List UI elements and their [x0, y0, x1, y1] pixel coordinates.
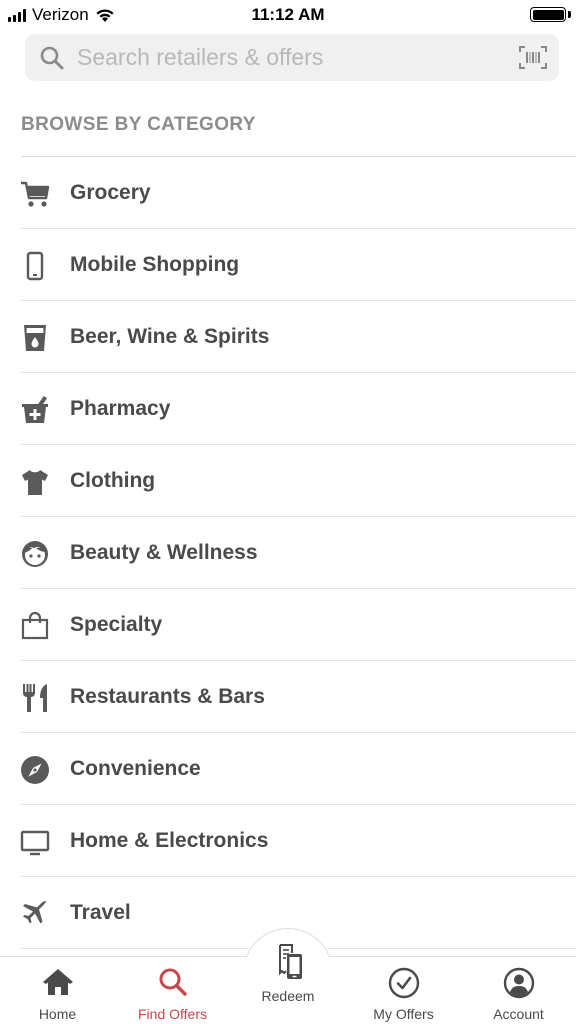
nav-home[interactable]: Home [0, 957, 115, 1024]
receipt-phone-icon [243, 943, 333, 981]
search-bar[interactable] [25, 34, 559, 81]
mobile-phone-icon [20, 251, 50, 281]
section-header: BROWSE BY CATEGORY [21, 114, 256, 135]
search-input[interactable] [77, 34, 497, 81]
checkmark-circle-icon [346, 967, 461, 999]
shopping-cart-icon [20, 179, 50, 209]
nav-account[interactable]: Account [461, 957, 576, 1024]
nav-label-my-offers: My Offers [373, 1006, 434, 1022]
nav-find-offers[interactable]: Find Offers [115, 957, 230, 1024]
monitor-icon [20, 827, 50, 857]
airplane-icon [20, 899, 50, 929]
category-label: Beer, Wine & Spirits [70, 325, 270, 348]
category-item-home-electronics[interactable]: Home & Electronics [0, 805, 576, 877]
barcode-scan-icon[interactable] [519, 45, 547, 70]
search-icon [115, 967, 230, 997]
category-label: Grocery [70, 181, 151, 204]
category-item-pharmacy[interactable]: Pharmacy [0, 373, 576, 445]
nav-my-offers[interactable]: My Offers [346, 957, 461, 1024]
category-label: Beauty & Wellness [70, 541, 258, 564]
category-label: Home & Electronics [70, 829, 269, 852]
battery-tip [568, 11, 571, 18]
battery-icon [530, 7, 566, 22]
category-item-specialty[interactable]: Specialty [0, 589, 576, 661]
shopping-bag-icon [20, 611, 50, 641]
category-item-beer-wine-spirits[interactable]: Beer, Wine & Spirits [0, 301, 576, 373]
category-item-grocery[interactable]: Grocery [0, 157, 576, 229]
nav-label-find-offers: Find Offers [138, 1006, 207, 1022]
fork-knife-icon [20, 683, 50, 713]
mortar-pestle-icon [20, 395, 50, 425]
status-time: 11:12 AM [251, 5, 325, 24]
category-item-mobile-shopping[interactable]: Mobile Shopping [0, 229, 576, 301]
compass-icon [20, 755, 50, 785]
category-label: Convenience [70, 757, 201, 780]
category-label: Restaurants & Bars [70, 685, 265, 708]
category-item-clothing[interactable]: Clothing [0, 445, 576, 517]
nav-label-redeem: Redeem [261, 988, 315, 1004]
search-icon [40, 46, 64, 70]
category-label: Specialty [70, 613, 163, 636]
category-label: Mobile Shopping [70, 253, 240, 276]
category-item-restaurants-bars[interactable]: Restaurants & Bars [0, 661, 576, 733]
tshirt-icon [20, 467, 50, 497]
nav-label-account: Account [493, 1006, 544, 1022]
category-label: Pharmacy [70, 397, 171, 420]
face-icon [20, 539, 50, 569]
category-item-beauty-wellness[interactable]: Beauty & Wellness [0, 517, 576, 589]
category-item-convenience[interactable]: Convenience [0, 733, 576, 805]
category-label: Travel [70, 901, 131, 924]
nav-label-home: Home [38, 1006, 77, 1022]
drink-glass-icon [20, 323, 50, 353]
nav-redeem[interactable]: Redeem [243, 928, 333, 1018]
category-list: Grocery Mobile Shopping Beer, Wine & Spi… [0, 157, 576, 949]
category-label: Clothing [70, 469, 156, 492]
user-icon [461, 967, 576, 999]
status-bar: Verizon 11:12 AM [0, 0, 576, 30]
home-icon [0, 967, 115, 997]
